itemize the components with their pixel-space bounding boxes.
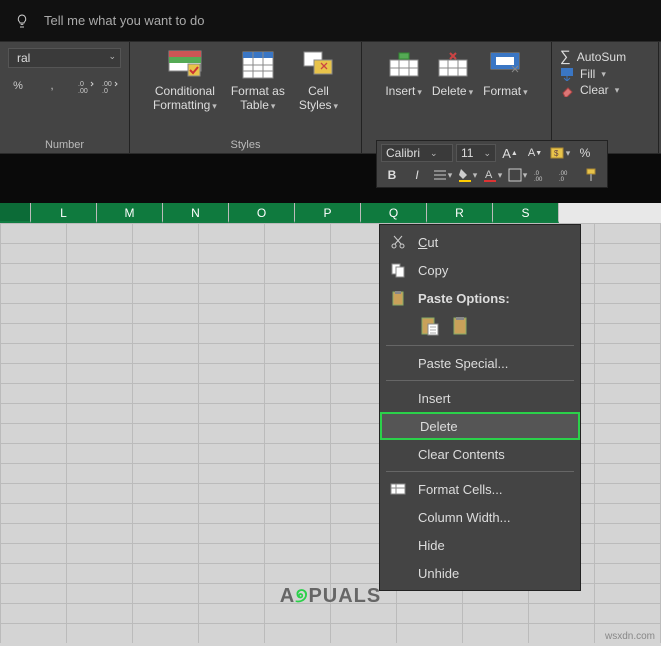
col-header[interactable]: [0, 203, 31, 223]
group-styles: Conditional Formatting Format as Table C…: [130, 42, 362, 153]
insert-cells-icon: [387, 48, 421, 82]
separator: [386, 380, 574, 381]
italic-button[interactable]: I: [406, 165, 428, 185]
number-format-value: ral: [17, 51, 30, 65]
insert-cells-button[interactable]: Insert: [385, 48, 422, 98]
group-label-styles: Styles: [138, 137, 353, 152]
svg-text:A: A: [485, 169, 493, 181]
chevron-down-icon: ⌄: [483, 148, 491, 159]
mini-font-combo[interactable]: Calibri⌄: [381, 144, 453, 162]
ribbon: ral ⌄ % , .0.00 .00.0 Number: [0, 42, 661, 154]
clear-button[interactable]: Clear▾: [560, 83, 626, 97]
increase-decimal-button[interactable]: .0.00: [531, 165, 553, 185]
increase-font-button[interactable]: A▲: [499, 143, 521, 163]
chevron-down-icon: ⌄: [430, 148, 438, 159]
col-header[interactable]: M: [97, 203, 163, 223]
col-header[interactable]: S: [493, 203, 559, 223]
format-icon: [488, 48, 522, 82]
fill-button[interactable]: Fill▾: [560, 67, 626, 81]
cell-styles-button[interactable]: Cell Styles: [299, 48, 338, 113]
svg-text:.0: .0: [559, 177, 565, 183]
ctx-clear-contents[interactable]: Clear Contents: [380, 440, 580, 468]
ctx-cut[interactable]: Cut: [380, 228, 580, 256]
svg-text:.00: .00: [78, 88, 88, 93]
delete-cells-button[interactable]: Delete: [432, 48, 473, 98]
copy-icon: [388, 260, 408, 280]
ctx-copy[interactable]: Copy: [380, 256, 580, 284]
number-format-combo[interactable]: ral ⌄: [8, 48, 121, 68]
autosum-button[interactable]: ∑ AutoSum: [560, 48, 626, 65]
svg-text:$: $: [554, 149, 559, 158]
tell-me-input[interactable]: [44, 13, 344, 28]
ctx-paste-special[interactable]: Paste Special...: [380, 349, 580, 377]
decrease-decimal-button[interactable]: .00.0: [100, 76, 120, 96]
align-button[interactable]: ▾: [431, 165, 453, 185]
col-header[interactable]: O: [229, 203, 295, 223]
delete-cells-icon: [436, 48, 470, 82]
column-headers: L M N O P Q R S: [0, 203, 661, 223]
group-cells: Insert Delete Format: [362, 42, 552, 153]
paste-values-icon[interactable]: [452, 316, 472, 336]
ctx-paste-options-row: [380, 312, 580, 342]
lightbulb-icon: [14, 13, 30, 29]
bold-button[interactable]: B: [381, 165, 403, 185]
col-header[interactable]: N: [163, 203, 229, 223]
percent-button[interactable]: %: [574, 143, 596, 163]
svg-text:.00: .00: [102, 81, 112, 88]
format-as-table-button[interactable]: Format as Table: [231, 48, 285, 113]
sigma-icon: ∑: [560, 48, 571, 65]
group-label-number: Number: [8, 137, 121, 152]
col-header[interactable]: L: [31, 203, 97, 223]
format-cells-button[interactable]: Format: [483, 48, 528, 98]
percent-button[interactable]: %: [8, 76, 28, 96]
fill-down-icon: [560, 67, 574, 81]
format-cells-icon: [388, 479, 408, 499]
eraser-icon: [560, 83, 574, 97]
accounting-format-button[interactable]: $▾: [549, 143, 571, 163]
ctx-insert[interactable]: Insert: [380, 384, 580, 412]
credit-text: wsxdn.com: [605, 631, 655, 642]
separator: [386, 345, 574, 346]
context-menu: Cut Copy Paste Options: Paste Special...…: [379, 224, 581, 591]
fill-color-button[interactable]: ▾: [456, 165, 478, 185]
scissors-icon: [388, 232, 408, 252]
tell-me-bar: [0, 0, 661, 42]
cell-styles-icon: [301, 48, 335, 82]
svg-text:.0: .0: [102, 88, 108, 93]
format-as-table-icon: [241, 48, 275, 82]
col-header[interactable]: P: [295, 203, 361, 223]
ctx-unhide[interactable]: Unhide: [380, 559, 580, 587]
group-number: ral ⌄ % , .0.00 .00.0 Number: [0, 42, 130, 153]
separator: [386, 471, 574, 472]
ctx-hide[interactable]: Hide: [380, 531, 580, 559]
decrease-font-button[interactable]: A▼: [524, 143, 546, 163]
decrease-decimal-button[interactable]: .00.0: [556, 165, 578, 185]
clipboard-icon: [388, 288, 408, 308]
conditional-formatting-icon: [168, 48, 202, 82]
format-painter-button[interactable]: [581, 165, 603, 185]
borders-button[interactable]: ▾: [506, 165, 528, 185]
ctx-format-cells[interactable]: Format Cells...: [380, 475, 580, 503]
svg-text:.0: .0: [78, 81, 84, 88]
font-color-button[interactable]: A▾: [481, 165, 503, 185]
ctx-column-width[interactable]: Column Width...: [380, 503, 580, 531]
mini-toolbar: Calibri⌄ 11⌄ A▲ A▼ $▾ % B I ▾ ▾ A▾ ▾ .0.…: [376, 140, 608, 188]
conditional-formatting-button[interactable]: Conditional Formatting: [153, 48, 217, 113]
ctx-delete[interactable]: Delete: [380, 412, 580, 440]
ctx-paste-options-header: Paste Options:: [380, 284, 580, 312]
comma-style-button[interactable]: ,: [42, 76, 62, 96]
mini-size-combo[interactable]: 11⌄: [456, 144, 496, 162]
paste-icon[interactable]: [420, 316, 440, 336]
col-header[interactable]: Q: [361, 203, 427, 223]
svg-text:.00: .00: [534, 177, 543, 183]
col-header[interactable]: R: [427, 203, 493, 223]
increase-decimal-button[interactable]: .0.00: [76, 76, 96, 96]
chevron-down-icon: ⌄: [108, 51, 116, 62]
group-editing: ∑ AutoSum Fill▾ Clear▾: [552, 42, 659, 153]
